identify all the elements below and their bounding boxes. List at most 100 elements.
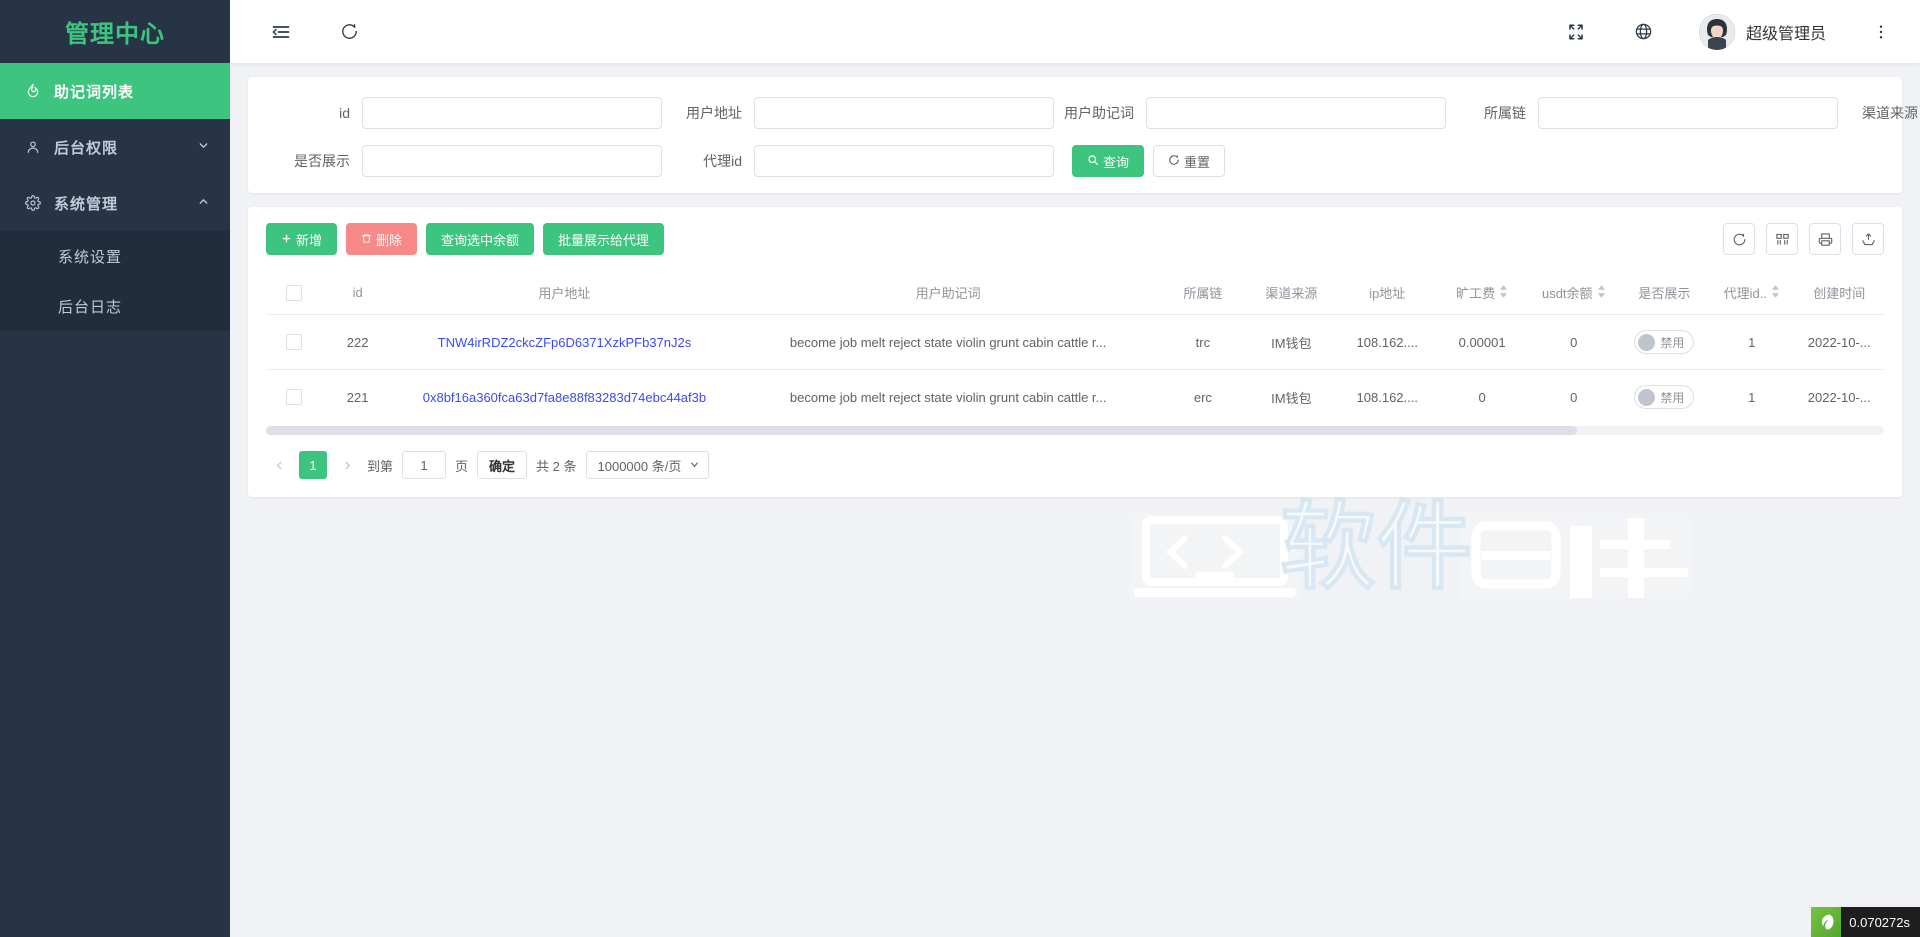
sort-icon[interactable] [1597, 285, 1606, 301]
sidebar-item-backend-permission[interactable]: 后台权限 [0, 119, 230, 175]
th-label: 渠道来源 [1265, 286, 1317, 301]
filter-mnemonic-input[interactable] [1146, 97, 1446, 129]
filter-show-input[interactable] [362, 145, 662, 177]
filter-channel-label: 渠道来源 [1838, 103, 1920, 123]
menu-fold-icon[interactable] [268, 19, 294, 45]
performance-badge: 0.070272s [1811, 907, 1920, 937]
th-label: ip地址 [1369, 286, 1405, 301]
td-created: 2022-10-... [1794, 315, 1884, 370]
topbar-right-group: 超级管理员 [1563, 14, 1894, 50]
th-show: 是否展示 [1620, 271, 1710, 315]
query-selected-balance-label: 查询选中余额 [441, 230, 519, 249]
sidebar-item-system-settings[interactable]: 系统设置 [0, 231, 230, 281]
th-label: 用户地址 [538, 286, 590, 301]
page-size-select[interactable]: 1000000 条/页 [586, 451, 710, 479]
filter-address-label: 用户地址 [662, 103, 754, 123]
pagination: 1 到第 页 确定 共 2 条 1000000 条/页 [266, 435, 1884, 497]
more-vertical-icon[interactable] [1868, 19, 1894, 45]
table-horizontal-scrollbar[interactable] [266, 426, 1884, 435]
row-checkbox[interactable] [286, 334, 302, 350]
th-usdt[interactable]: usdt余额 [1528, 271, 1620, 315]
td-agent-id: 1 [1709, 370, 1794, 425]
goto-suffix-label: 页 [455, 456, 468, 475]
chevron-up-icon [197, 195, 210, 211]
data-table-panel: 新增 删除 查询选中余额 [248, 207, 1902, 497]
toggle-label: 禁用 [1660, 389, 1684, 406]
reset-button[interactable]: 重置 [1153, 145, 1225, 177]
table-row[interactable]: 222 TNW4irRDZ2ckcZFp6D6371XzkPFb37nJ2s b… [266, 315, 1884, 370]
filter-address-input[interactable] [754, 97, 1054, 129]
batch-show-agent-label: 批量展示给代理 [558, 230, 649, 249]
goto-prefix-label: 到第 [367, 456, 393, 475]
query-selected-balance-button[interactable]: 查询选中余额 [426, 223, 534, 255]
address-link[interactable]: TNW4irRDZ2ckcZFp6D6371XzkPFb37nJ2s [438, 335, 692, 350]
td-usdt: 0 [1528, 315, 1620, 370]
show-toggle[interactable]: 禁用 [1634, 330, 1694, 354]
th-label: id [353, 285, 363, 300]
brand-title: 管理中心 [0, 0, 230, 63]
td-select [266, 370, 321, 425]
sort-icon[interactable] [1499, 285, 1508, 301]
th-agent-id[interactable]: 代理id.. [1709, 271, 1794, 315]
username-label: 超级管理员 [1746, 20, 1826, 44]
filter-chain-input[interactable] [1538, 97, 1838, 129]
add-button[interactable]: 新增 [266, 223, 337, 255]
chevron-left-icon[interactable] [268, 451, 290, 479]
filter-chain-label: 所属链 [1446, 103, 1538, 123]
chevron-down-icon [197, 139, 210, 155]
goto-page-input[interactable] [402, 451, 446, 479]
th-label: 用户助记词 [916, 286, 981, 301]
td-channel: IM钱包 [1244, 315, 1338, 370]
th-label: usdt余额 [1542, 283, 1593, 302]
refresh-icon[interactable] [1723, 223, 1755, 255]
th-gas[interactable]: 旷工费 [1436, 271, 1528, 315]
sidebar-item-mnemonic-list[interactable]: 助记词列表 [0, 63, 230, 119]
print-icon[interactable] [1809, 223, 1841, 255]
batch-show-agent-button[interactable]: 批量展示给代理 [543, 223, 664, 255]
gear-icon [20, 195, 46, 211]
toggle-knob [1638, 389, 1655, 406]
th-ip: ip地址 [1338, 271, 1436, 315]
page-size-label: 1000000 条/页 [598, 456, 682, 475]
refresh-icon[interactable] [336, 19, 362, 45]
filter-show: 是否展示 [270, 145, 662, 177]
filter-id-input[interactable] [362, 97, 662, 129]
th-label: 所属链 [1183, 286, 1222, 301]
page-number-1[interactable]: 1 [299, 451, 327, 479]
avatar [1699, 14, 1735, 50]
globe-icon[interactable] [1631, 19, 1657, 45]
th-id: id [321, 271, 393, 315]
toolbar-icon-actions [1723, 223, 1884, 255]
user-icon [20, 139, 46, 155]
sidebar-item-backend-log[interactable]: 后台日志 [0, 281, 230, 331]
columns-icon[interactable] [1766, 223, 1798, 255]
td-address: TNW4irRDZ2ckcZFp6D6371XzkPFb37nJ2s [394, 315, 735, 370]
select-all-checkbox[interactable] [286, 285, 302, 301]
th-label: 代理id.. [1724, 283, 1767, 302]
delete-button-label: 删除 [376, 230, 402, 249]
goto-confirm-button[interactable]: 确定 [477, 451, 527, 479]
address-link[interactable]: 0x8bf16a360fca63d7fa8e88f83283d74ebc44af… [423, 390, 706, 405]
chevron-right-icon[interactable] [336, 451, 358, 479]
sidebar-item-label: 后台权限 [54, 137, 197, 158]
scrollbar-thumb[interactable] [266, 426, 1577, 435]
sidebar-menu: 助记词列表 后台权限 [0, 63, 230, 937]
sort-icon[interactable] [1771, 285, 1780, 301]
td-id: 222 [321, 315, 393, 370]
row-checkbox[interactable] [286, 389, 302, 405]
search-row-2: 是否展示 代理id [270, 145, 1880, 177]
delete-button[interactable]: 删除 [346, 223, 417, 255]
table-row[interactable]: 221 0x8bf16a360fca63d7fa8e88f83283d74ebc… [266, 370, 1884, 425]
th-mnemonic: 用户助记词 [735, 271, 1161, 315]
filter-agent-id-input[interactable] [754, 145, 1054, 177]
td-address: 0x8bf16a360fca63d7fa8e88f83283d74ebc44af… [394, 370, 735, 425]
performance-time: 0.070272s [1849, 915, 1910, 930]
query-button[interactable]: 查询 [1072, 145, 1144, 177]
show-toggle[interactable]: 禁用 [1634, 385, 1694, 409]
fullscreen-icon[interactable] [1563, 19, 1589, 45]
td-ip: 108.162.... [1338, 315, 1436, 370]
sidebar-item-system-management[interactable]: 系统管理 [0, 175, 230, 231]
export-icon[interactable] [1852, 223, 1884, 255]
user-menu[interactable]: 超级管理员 [1699, 14, 1826, 50]
query-button-label: 查询 [1103, 152, 1129, 171]
